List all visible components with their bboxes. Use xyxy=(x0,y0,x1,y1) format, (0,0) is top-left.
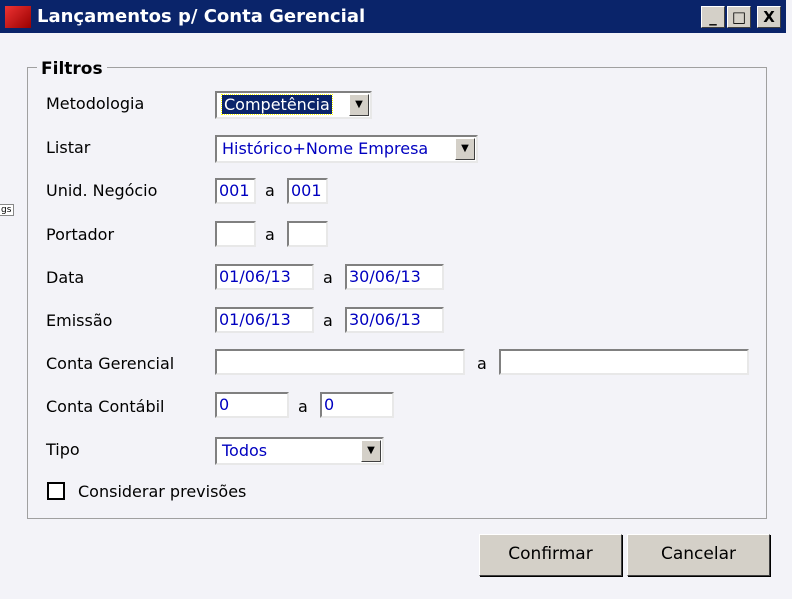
emissao-from-input[interactable]: 01/06/13 xyxy=(215,307,314,333)
sep-label: a xyxy=(265,181,275,200)
emissao-to-input[interactable]: 30/06/13 xyxy=(345,307,444,333)
title-bar[interactable]: Lançamentos p/ Conta Gerencial _ □ X xyxy=(0,0,786,33)
unid-to-input[interactable]: 001 xyxy=(287,178,328,204)
data-label: Data xyxy=(46,268,85,287)
unid-from-input[interactable]: 001 xyxy=(215,178,256,204)
cancel-button[interactable]: Cancelar xyxy=(627,534,770,576)
chevron-down-icon[interactable]: ▼ xyxy=(455,138,475,160)
metodologia-label: Metodologia xyxy=(46,94,145,113)
conta-contabil-to-input[interactable]: 0 xyxy=(320,392,394,418)
chevron-down-icon[interactable]: ▼ xyxy=(349,94,369,116)
unid-label: Unid. Negócio xyxy=(46,181,158,200)
listar-select[interactable]: Histórico+Nome Empresa ▼ xyxy=(215,135,478,163)
sep-label: a xyxy=(323,268,333,287)
chevron-down-icon[interactable]: ▼ xyxy=(361,440,381,462)
data-from-input[interactable]: 01/06/13 xyxy=(215,264,314,290)
sep-label: a xyxy=(298,397,308,416)
maximize-button[interactable]: □ xyxy=(727,6,751,28)
considerar-previsoes-label[interactable]: Considerar previsões xyxy=(78,482,246,501)
window-title: Lançamentos p/ Conta Gerencial xyxy=(37,6,366,27)
sep-label: a xyxy=(265,225,275,244)
filters-legend: Filtros xyxy=(37,59,107,79)
listar-label: Listar xyxy=(46,138,91,157)
close-button[interactable]: X xyxy=(757,6,781,28)
sep-label: a xyxy=(477,354,487,373)
minimize-button[interactable]: _ xyxy=(701,6,725,28)
app-icon xyxy=(5,6,31,28)
sep-label: a xyxy=(323,311,333,330)
tipo-value: Todos xyxy=(222,441,268,460)
tooltip-fragment: gs xyxy=(0,204,15,216)
tipo-label: Tipo xyxy=(46,440,80,459)
listar-value: Histórico+Nome Empresa xyxy=(222,139,429,158)
conta-contabil-from-input[interactable]: 0 xyxy=(215,392,289,418)
data-to-input[interactable]: 30/06/13 xyxy=(345,264,444,290)
portador-label: Portador xyxy=(46,225,115,244)
metodologia-select[interactable]: Competência ▼ xyxy=(215,91,372,119)
emissao-label: Emissão xyxy=(46,311,113,330)
confirm-button[interactable]: Confirmar xyxy=(479,534,622,576)
tipo-select[interactable]: Todos ▼ xyxy=(215,437,384,465)
portador-from-input[interactable] xyxy=(215,221,256,247)
conta-gerencial-to-input[interactable] xyxy=(499,349,749,375)
portador-to-input[interactable] xyxy=(287,221,328,247)
conta-gerencial-from-input[interactable] xyxy=(215,349,465,375)
considerar-previsoes-checkbox[interactable] xyxy=(47,482,65,500)
conta-gerencial-label: Conta Gerencial xyxy=(46,354,175,373)
conta-contabil-label: Conta Contábil xyxy=(46,397,165,416)
metodologia-value: Competência xyxy=(221,94,333,115)
